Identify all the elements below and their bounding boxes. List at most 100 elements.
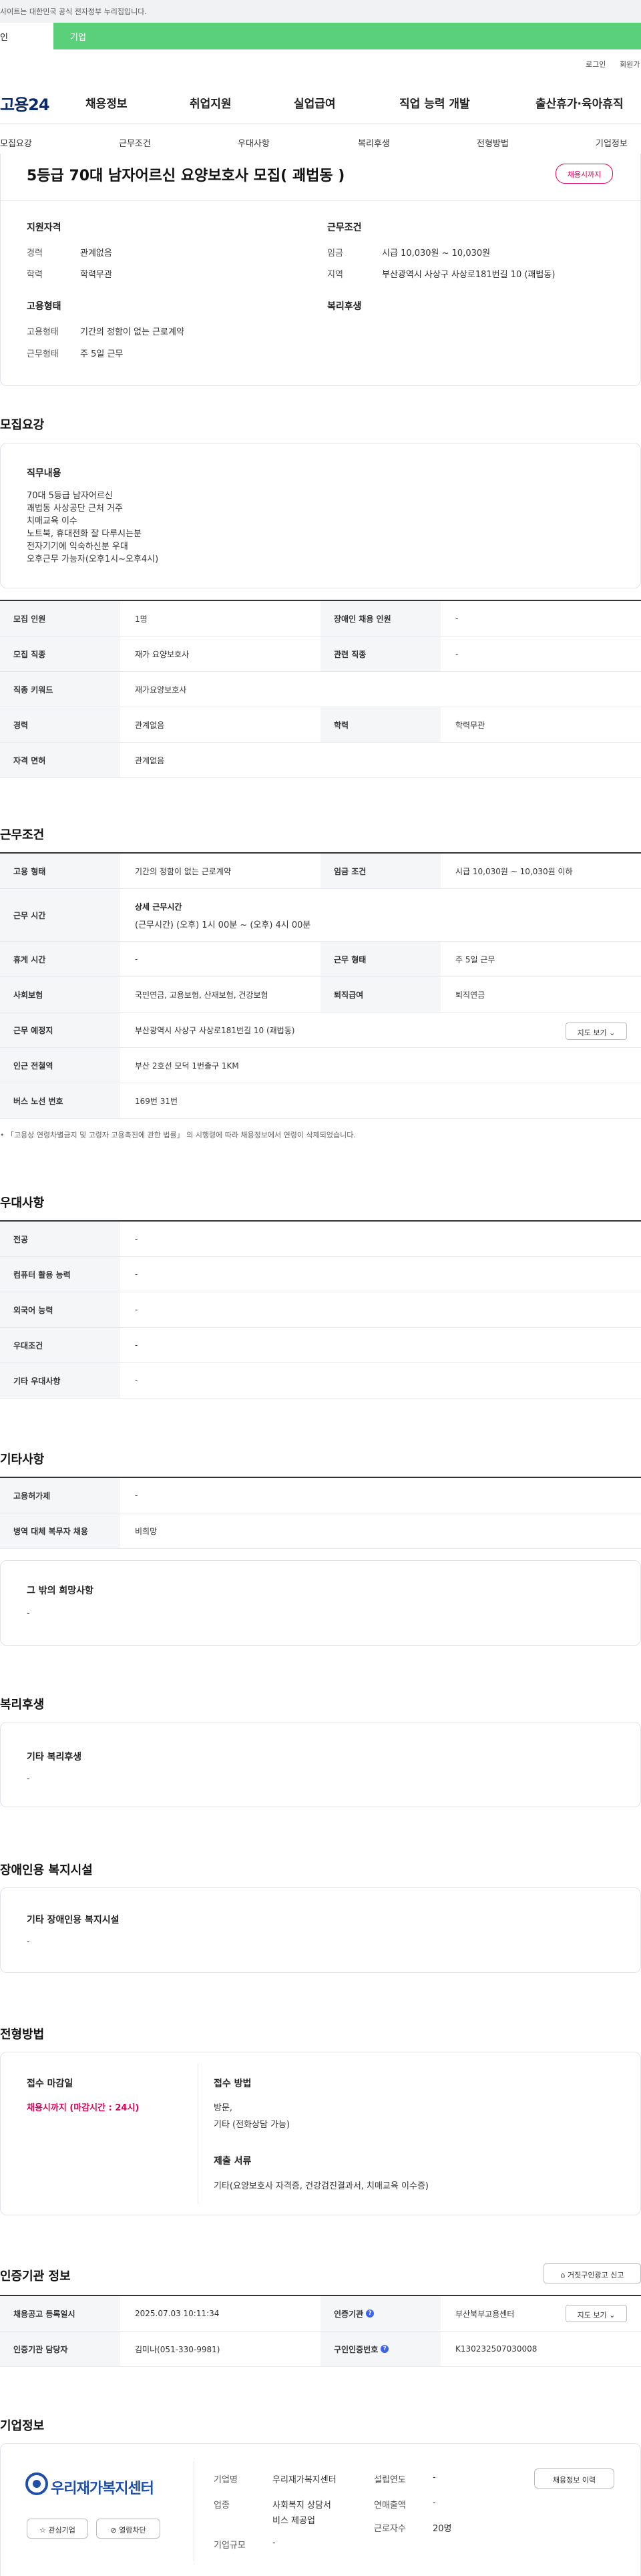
favorite-company-button[interactable]: ☆ 관심기업 [27,2519,88,2539]
wish-heading: 그 밖의 희망사항 [27,1586,93,1596]
block-view-button[interactable]: ⊘ 열람차단 [96,2519,160,2539]
th-career: 경력 [0,707,120,742]
company-name-label: 기업명 [214,2475,238,2485]
th-computer: 컴퓨터 활용 능력 [0,1257,120,1292]
docs-value: 기타(요양보호사 자격증, 건강검진결과서, 치매교육 이수증) [214,2181,429,2191]
education-value: 학력무관 [80,270,112,280]
duty-line: 70대 5등급 남자어르신 [27,491,113,501]
duty-card [0,443,641,588]
industry-value-2: 비스 제공업 [272,2516,315,2526]
subnav-welfare[interactable]: 복리후생 [358,136,390,149]
agency-section-title: 인증기관 정보 [0,2269,71,2283]
welfare-section-title: 복리후생 [0,1698,45,1712]
td-work-place: 부산광역시 사상구 사상로181번길 10 (괘법동) [135,1025,295,1035]
site-logo[interactable]: 고용24 [0,91,50,115]
th-military-alt: 병역 대체 복무자 채용 [0,1513,120,1548]
td-education: 학력무관 [455,720,485,730]
tab-company[interactable]: 기업 [53,23,641,49]
agency-map-button[interactable]: 지도 보기 ⌄ [566,2305,627,2322]
star-icon: ☆ [39,2526,49,2535]
duty-heading: 직무내용 [27,468,61,479]
employment-type-value: 기간의 정함이 없는 근로계약 [80,327,184,337]
agency-map-label: 지도 보기 [577,2311,607,2320]
employees-value: 20명 [433,2524,452,2534]
td-disabled-headcount: - [455,614,459,623]
th-work-hours: 근무 시간 [0,889,120,941]
disabled-sub-heading: 기타 장애인용 복지시설 [27,1915,120,1925]
th-employment-type: 고용 형태 [0,854,120,888]
tab-person[interactable]: 인 [0,23,53,49]
subnav-company[interactable]: 기업정보 [596,136,628,149]
th-cert-number-label: 구인인증번호 [334,2344,379,2354]
td-subway: 부산 2호선 모덕 1번출구 1KM [135,1061,239,1071]
th-bus: 버스 노선 번호 [0,1083,120,1118]
deadline-value: 채용시까지 (마감시간 : 24시) [27,2103,140,2113]
th-education: 학력 [320,707,441,742]
signup-link[interactable]: 회원가 [620,59,640,69]
house-icon: ⌂ [560,2271,568,2279]
gnb-item-jobs[interactable]: 채용정보 [85,94,128,111]
work-type-value: 주 5일 근무 [80,349,124,359]
company-size-value: - [272,2538,276,2548]
th-other-pref: 기타 우대사항 [0,1363,120,1398]
gnb-item-job-training[interactable]: 직업 능력 개발 [399,94,470,111]
detail-hours-label: 상세 근무시간 [135,902,182,912]
recruit-section-title: 모집요강 [0,418,45,432]
td-retirement: 퇴직연금 [455,990,485,1000]
detail-hours-value: (근무시간) (오후) 1시 00분 ~ (오후) 4시 00분 [135,920,311,930]
info-icon[interactable]: ? [381,2345,389,2353]
employees-label: 근로자수 [374,2524,406,2534]
th-major: 전공 [0,1222,120,1256]
th-occupation: 모집 직종 [0,636,120,671]
th-subway: 인근 전철역 [0,1048,120,1083]
duty-line: 전자기기에 익숙하신분 우대 [27,542,128,552]
qualification-heading: 지원자격 [27,222,61,233]
subnav-preferences[interactable]: 우대사항 [238,136,270,149]
disabled-card [0,1887,641,1973]
duty-line: 오후근무 가능자(오후1시~오후4시) [27,554,159,564]
welfare-sub-heading: 기타 복리후생 [27,1752,82,1763]
welfare-value: - [27,1774,30,1784]
wage-label: 임금 [327,248,343,258]
disabled-value: - [27,1937,30,1947]
row-divider [0,777,641,778]
bullet-icon: • [0,1131,7,1139]
td-headcount: 1명 [135,614,148,624]
gov-notice-bar: 사이트는 대한민국 공식 전자정부 누리집입니다. [0,0,641,23]
subnav-selection[interactable]: 전형방법 [477,136,509,149]
th-license: 자격 면허 [0,743,120,777]
info-icon[interactable]: ? [366,2310,375,2318]
disabled-section-title: 장애인용 복지시설 [0,1863,93,1877]
area-value: 부산광역시 사상구 사상로181번길 10 (괘법동) [382,270,556,280]
sales-label: 연매출액 [374,2501,406,2511]
hiring-history-button[interactable]: 채용정보 이력 [534,2468,614,2489]
login-link[interactable]: 로그인 [586,59,606,69]
deadline-badge: 채용시까지 [556,164,613,184]
td-rest-time: - [135,954,138,964]
tab-company-label: 기업 [70,33,86,43]
gnb-item-employment-support[interactable]: 취업지원 [190,94,232,111]
th-headcount: 모집 인원 [0,601,120,636]
age-note-text: 「고용상 연령차별금지 및 고령자 고용촉진에 관한 법률」 의 시행령에 따라… [7,1131,356,1139]
work-type-label: 근무형태 [27,349,59,359]
subnav-recruit[interactable]: 모집요강 [0,136,32,149]
area-label: 지역 [327,270,343,280]
th-cert-agency-label: 인증기관 [334,2309,364,2319]
subnav-conditions[interactable]: 근무조건 [119,136,151,149]
education-label: 학력 [27,270,43,280]
map-view-button[interactable]: 지도 보기 ⌄ [566,1023,627,1040]
pref-section-title: 우대사항 [0,1196,45,1210]
etc-section-title: 기타사항 [0,1453,45,1467]
th-related-occupation: 관련 직종 [320,636,441,671]
report-fake-ad-button[interactable]: ⌂ 거짓구인광고 신고 [544,2263,641,2283]
th-work-form: 근무 형태 [320,942,441,976]
td-work-permit: - [135,1491,138,1500]
gnb-item-unemployment-benefit[interactable]: 실업급여 [294,94,336,111]
row-divider [0,1398,641,1399]
report-fake-ad-label: 거짓구인광고 신고 [568,2271,624,2279]
method-value-1: 방문, [214,2103,233,2113]
th-disabled-headcount: 장애인 채용 인원 [320,601,441,636]
td-employment-type: 기간의 정함이 없는 근로계약 [135,866,231,876]
gnb-item-parental-leave[interactable]: 출산휴가·육아휴직 [536,94,624,111]
method-value-2: 기타 (전화상담 가능) [214,2120,290,2130]
